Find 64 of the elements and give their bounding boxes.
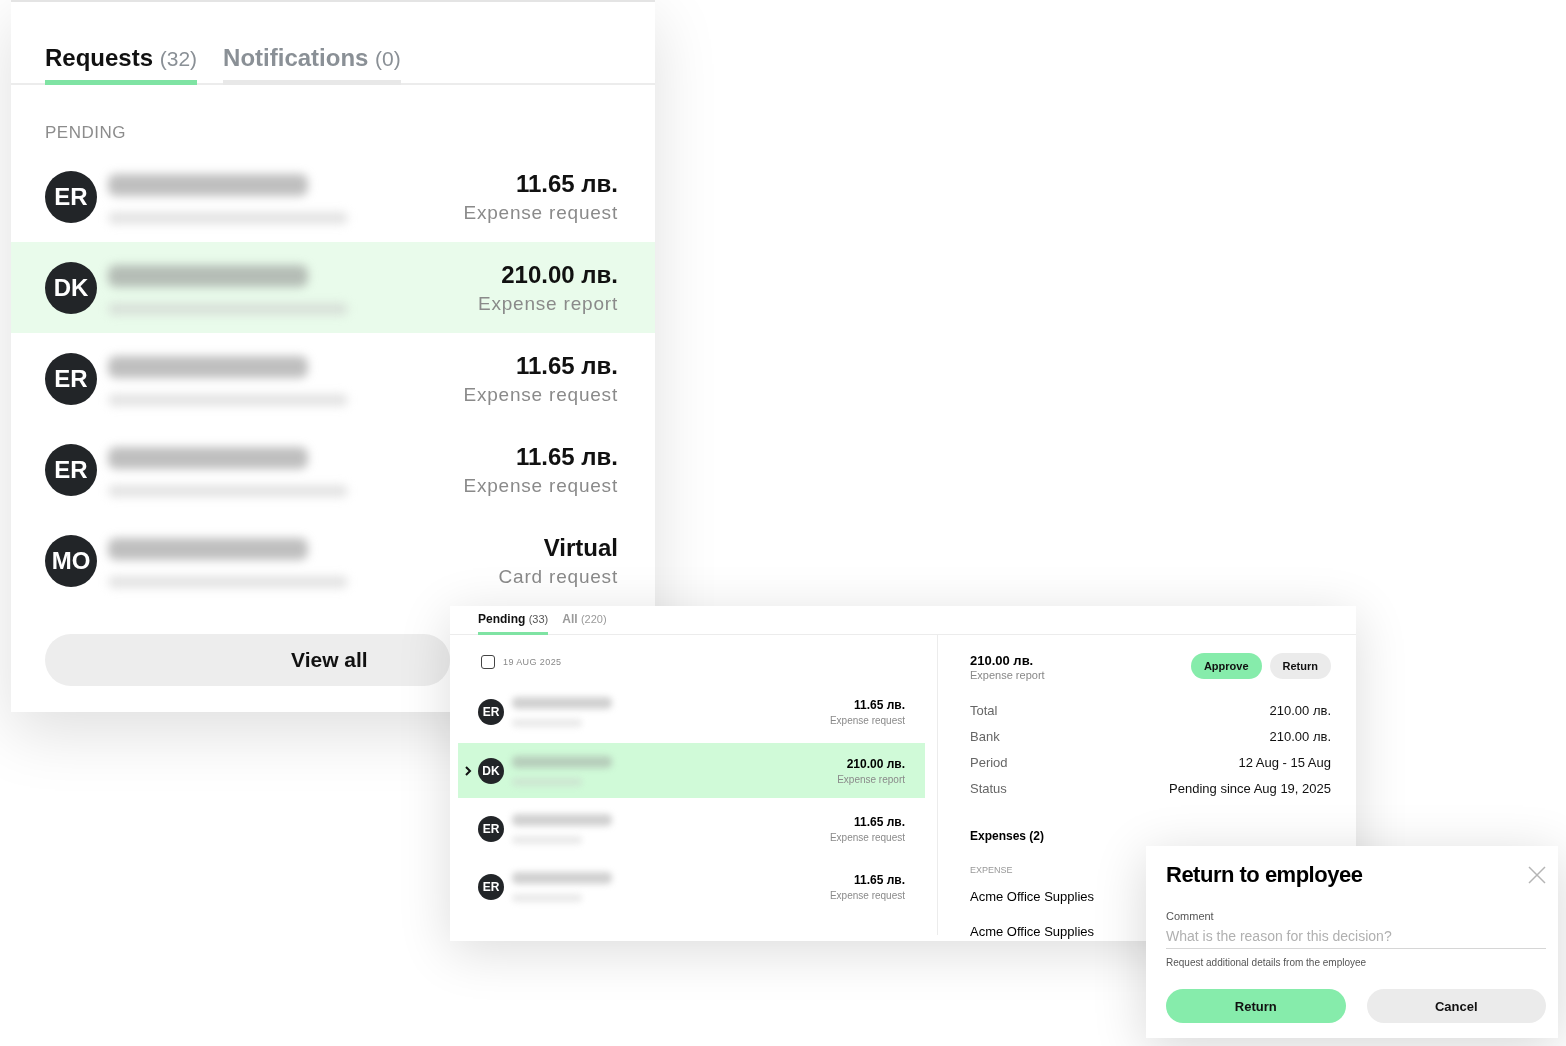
- request-row[interactable]: ER 11.65 лв. Expense request: [11, 151, 655, 242]
- avatar: DK: [45, 261, 97, 314]
- request-row[interactable]: ER 11.65 лв. Expense request: [458, 800, 925, 858]
- amount: 210.00 лв.: [501, 260, 618, 289]
- column-heading: EXPENSE: [970, 865, 1013, 875]
- dialog-button[interactable]: Cancel: [1366, 989, 1546, 1023]
- request-row[interactable]: ER 11.65 лв. Expense request: [11, 424, 655, 515]
- request-row[interactable]: MO Virtual Card request: [11, 515, 655, 606]
- amount: 11.65 лв.: [515, 169, 618, 198]
- amount: 11.65 лв.: [853, 815, 905, 829]
- amount: 210.00 лв.: [970, 653, 1035, 668]
- request-type: Expense report: [837, 773, 905, 785]
- avatar: ER: [478, 816, 504, 842]
- request-row[interactable]: ER 11.65 лв. Expense request: [458, 683, 925, 741]
- field-label: Total: [970, 702, 998, 718]
- view-all-button[interactable]: View all: [45, 634, 450, 686]
- field-value: Pending since Aug 19, 2025: [1169, 780, 1331, 796]
- field-label: Period: [970, 754, 1008, 770]
- field-label: Status: [970, 780, 1007, 796]
- request-row[interactable]: DK 210.00 лв. Expense report: [11, 242, 655, 333]
- amount: Virtual: [543, 533, 618, 562]
- request-type: Card request: [498, 565, 618, 588]
- request-type: Expense report: [477, 292, 618, 315]
- request-type: Expense request: [829, 832, 905, 843]
- action-button[interactable]: Approve: [1190, 653, 1262, 679]
- request-type: Expense request: [829, 890, 905, 901]
- request-row[interactable]: ER 11.65 лв. Expense request: [11, 333, 655, 424]
- hint-text: Request additional details from the employee: [1166, 957, 1368, 968]
- request-row[interactable]: DK 210.00 лв. Expense report: [458, 743, 925, 798]
- amount: 210.00 лв.: [846, 756, 905, 771]
- request-row[interactable]: ER 11.65 лв. Expense request: [458, 858, 925, 916]
- avatar: MO: [45, 534, 97, 587]
- request-type: Expense request: [463, 383, 618, 406]
- date-label: 19 AUG 2025: [503, 657, 562, 667]
- tab[interactable]: Requests (32): [45, 44, 198, 85]
- field-value: 210.00 лв.: [1269, 702, 1331, 718]
- expense-name: Acme Office Supplies: [970, 889, 1095, 906]
- request-type: Expense request: [463, 201, 618, 224]
- field-value: 12 Aug - 15 Aug: [1238, 754, 1331, 770]
- avatar: DK: [478, 757, 504, 784]
- section-heading: PENDING: [44, 122, 127, 144]
- avatar: ER: [45, 170, 97, 223]
- section-heading: Expenses (2): [970, 829, 1045, 843]
- avatar: ER: [45, 352, 97, 405]
- chevron-icon: [464, 765, 472, 776]
- amount: 11.65 лв.: [515, 351, 618, 380]
- tab[interactable]: Pending (33): [478, 612, 549, 635]
- amount: 11.65 лв.: [853, 698, 905, 712]
- avatar: ER: [478, 699, 504, 725]
- avatar: ER: [45, 443, 97, 496]
- request-type: Expense report: [970, 669, 1045, 681]
- checkbox[interactable]: [481, 655, 495, 669]
- field-label: Comment: [1166, 910, 1215, 922]
- action-button[interactable]: Return: [1269, 653, 1331, 679]
- field-value: 210.00 лв.: [1269, 728, 1331, 744]
- request-type: Expense request: [463, 474, 618, 497]
- request-type: Expense request: [829, 715, 905, 726]
- field-label: Bank: [970, 728, 1000, 744]
- avatar: ER: [478, 874, 504, 900]
- expense-name: Acme Office Supplies: [970, 924, 1095, 941]
- amount: 11.65 лв.: [853, 873, 905, 887]
- dialog-title: Return to employee: [1166, 862, 1363, 888]
- dialog-button[interactable]: Return: [1166, 989, 1346, 1023]
- amount: 11.65 лв.: [515, 442, 618, 471]
